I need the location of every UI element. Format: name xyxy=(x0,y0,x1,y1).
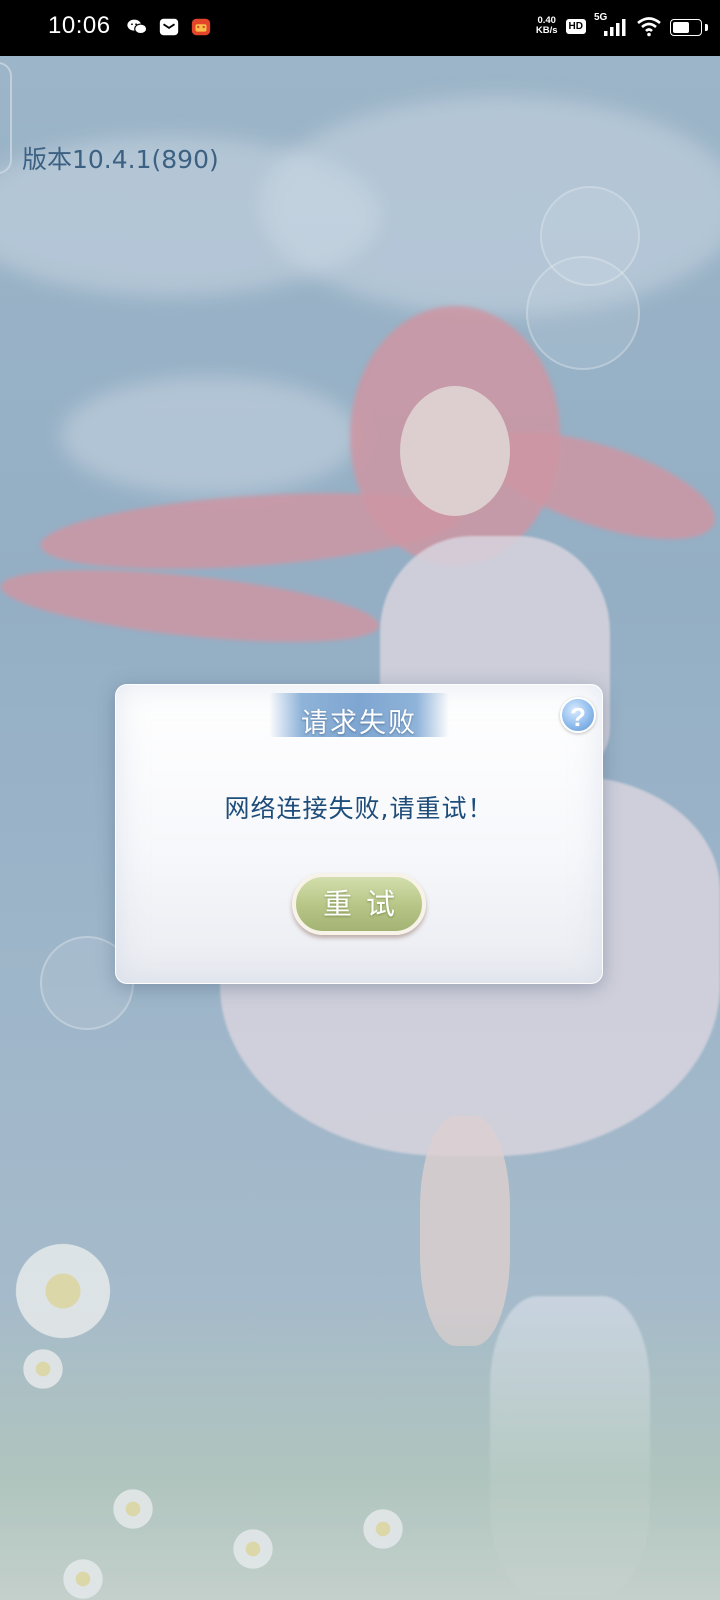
dialog-message: 网络连接失败,请重试！ xyxy=(224,794,494,823)
hd-badge: HD xyxy=(565,18,586,34)
game-app-icon xyxy=(191,18,211,36)
wifi-icon xyxy=(637,17,661,37)
notification-icons xyxy=(126,16,212,38)
help-button[interactable]: ? xyxy=(560,697,596,733)
battery-tip xyxy=(705,24,708,31)
system-indicators: 0.40 KB/s HD 5G xyxy=(536,12,662,38)
mail-icon xyxy=(159,18,179,36)
retry-button[interactable]: 重试 xyxy=(292,873,426,935)
wechat-icon xyxy=(127,19,148,35)
request-failed-dialog: 请求失败 ? 网络连接失败,请重试！ 重试 xyxy=(115,684,603,984)
network-speed: 0.40 KB/s xyxy=(536,16,558,36)
question-mark-icon: ? xyxy=(570,702,586,732)
battery-icon xyxy=(670,19,702,36)
battery-level xyxy=(673,22,689,33)
network-speed-unit: KB/s xyxy=(535,25,558,36)
status-time: 10:06 xyxy=(48,12,111,39)
cell-signal-icon: 5G xyxy=(594,12,628,38)
dialog-title: 请求失败 xyxy=(301,708,417,739)
dialog-title-banner: 请求失败 xyxy=(269,693,449,739)
status-bar: 10:06 0.40 KB/s HD 5G xyxy=(0,0,720,56)
